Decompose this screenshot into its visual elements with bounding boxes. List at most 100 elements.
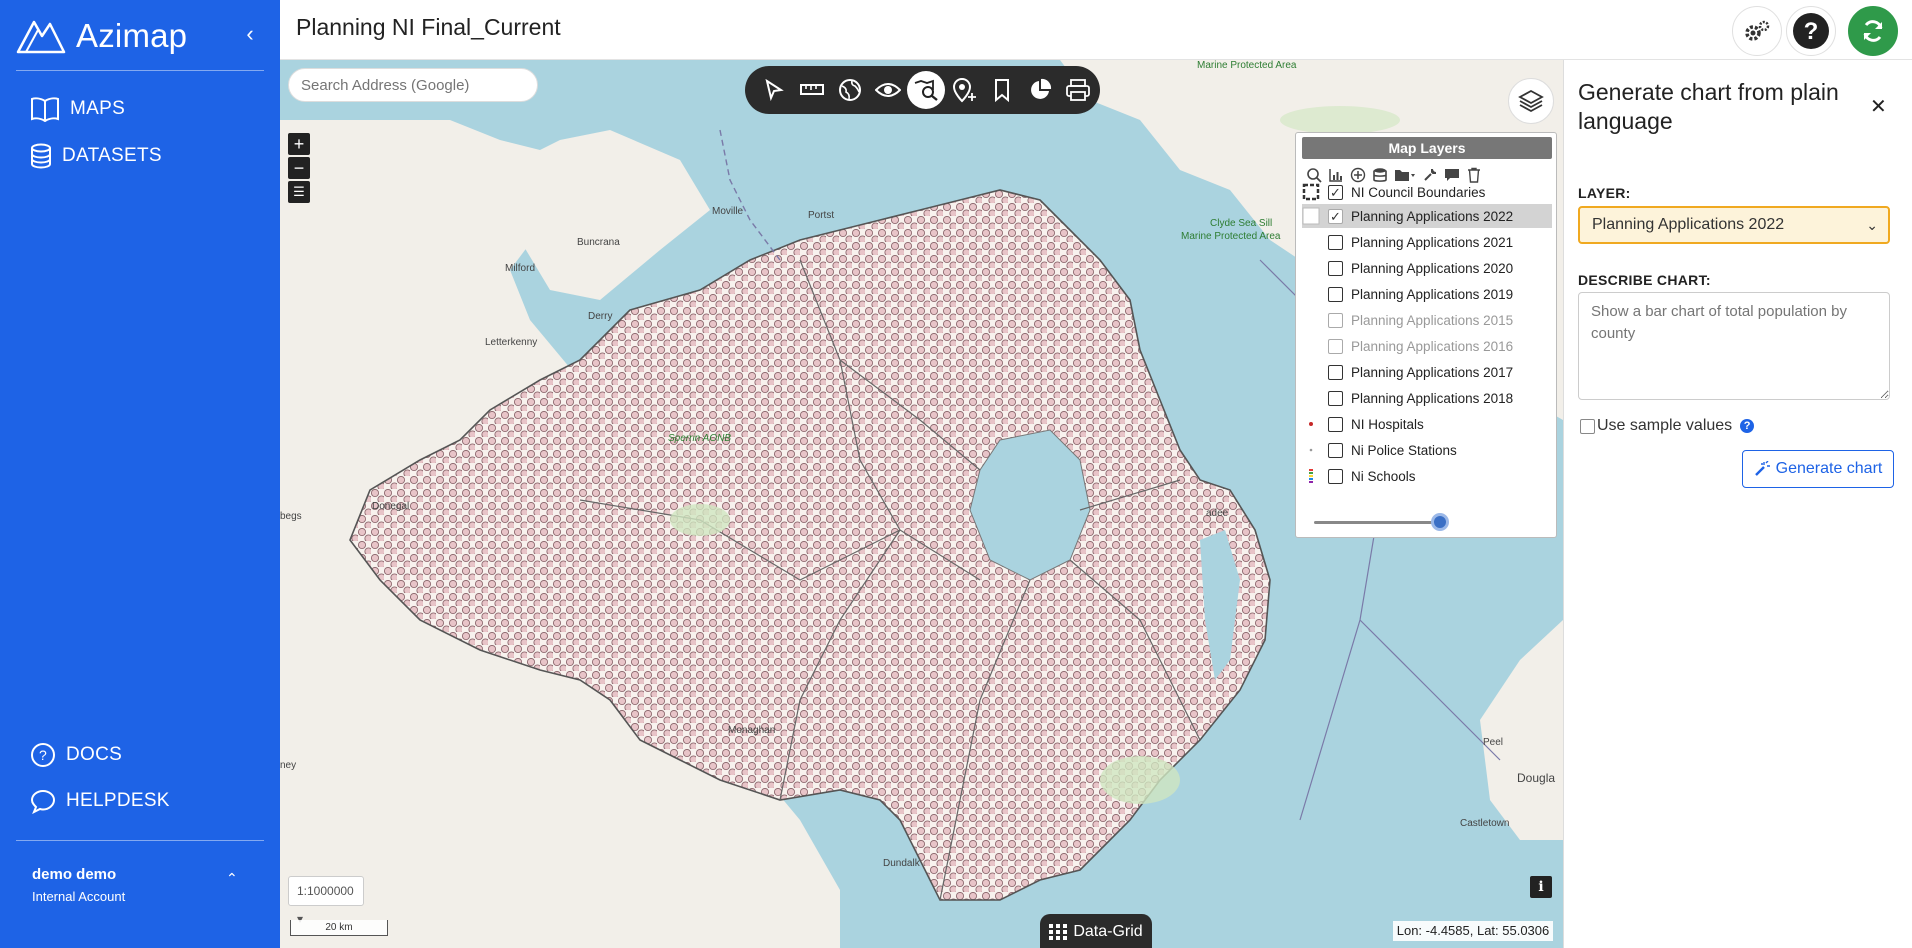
address-search-input[interactable] (288, 68, 538, 102)
map-canvas[interactable]: Marine Protected Area Clyde Sea Sill Mar… (280, 60, 1563, 948)
legend-spacer (1302, 259, 1320, 277)
layer-checkbox[interactable] (1328, 416, 1343, 432)
layer-row[interactable]: Planning Applications 2022 (1302, 204, 1552, 228)
layer-row[interactable]: Planning Applications 2017 (1302, 360, 1552, 384)
layer-row[interactable]: Planning Applications 2018 (1302, 386, 1552, 410)
location-tool-icon[interactable] (945, 71, 983, 109)
layer-row[interactable]: Planning Applications 2015 (1302, 308, 1552, 332)
database-icon (31, 143, 51, 169)
print-tool-icon[interactable] (1059, 71, 1097, 109)
chat-icon (30, 789, 56, 814)
nav-item-maps[interactable]: MAPS (30, 96, 125, 122)
scale-select[interactable]: 1:1000000 ▾ (288, 876, 364, 926)
globe-tool-icon[interactable] (831, 71, 869, 109)
layer-row[interactable]: Ni Schools (1302, 464, 1552, 488)
select-tool-icon[interactable] (755, 71, 793, 109)
layer-row[interactable]: NI Council Boundaries (1302, 180, 1552, 204)
map-label: Buncrana (577, 237, 620, 248)
schools-legend-icon (1302, 467, 1320, 485)
svg-text:?: ? (39, 747, 47, 763)
help-icon: ? (1793, 13, 1829, 49)
sample-values-label: Use sample values (1597, 417, 1733, 434)
opacity-slider-thumb[interactable] (1431, 513, 1449, 531)
legend-spacer (1302, 311, 1320, 329)
generate-chart-button[interactable]: Generate chart (1742, 450, 1894, 488)
book-open-icon (31, 97, 59, 122)
map-label: Dundalk (883, 858, 920, 869)
close-icon[interactable]: ✕ (1870, 94, 1887, 119)
chevron-up-icon[interactable]: ⌃ (226, 870, 238, 887)
layer-checkbox[interactable] (1328, 234, 1343, 250)
data-grid-button[interactable]: Data-Grid (1040, 914, 1152, 948)
layer-row[interactable]: Ni Police Stations (1302, 438, 1552, 462)
view-tool-icon[interactable] (869, 71, 907, 109)
map-label: adee (1206, 508, 1229, 519)
zoom-in-button[interactable]: + (288, 133, 310, 155)
bookmark-tool-icon[interactable] (983, 71, 1021, 109)
nav-item-datasets[interactable]: DATASETS (30, 143, 162, 169)
help-icon[interactable]: ? (1740, 419, 1755, 433)
nav-item-helpdesk[interactable]: HELPDESK (30, 788, 170, 814)
layer-row[interactable]: Planning Applications 2019 (1302, 282, 1552, 306)
settings-button[interactable] (1732, 6, 1782, 56)
zoom-out-button[interactable]: − (288, 157, 310, 179)
help-button[interactable]: ? (1786, 6, 1836, 56)
map-label: ney (280, 760, 297, 771)
map-label: Derry (588, 311, 613, 322)
layer-checkbox[interactable] (1328, 442, 1343, 458)
layer-checkbox[interactable] (1328, 260, 1343, 276)
layer-row[interactable]: NI Hospitals (1302, 412, 1552, 436)
nav-item-label: HELPDESK (66, 790, 170, 811)
layer-checkbox[interactable] (1328, 338, 1343, 354)
layer-checkbox[interactable] (1328, 468, 1343, 484)
list-icon[interactable]: ☰ (288, 181, 310, 203)
hospital-legend-icon (1302, 415, 1320, 433)
layer-select-value: Planning Applications 2022 (1592, 216, 1785, 233)
layer-checkbox[interactable] (1328, 208, 1343, 224)
map-label: Monaghan (728, 725, 776, 736)
layer-row[interactable]: Planning Applications 2021 (1302, 230, 1552, 254)
layers-toggle-button[interactable] (1508, 78, 1554, 124)
opacity-slider-track[interactable] (1314, 521, 1440, 524)
layer-checkbox[interactable] (1328, 312, 1343, 328)
user-info[interactable]: demo demo Internal Account (32, 866, 125, 904)
question-circle-icon: ? (31, 743, 55, 767)
refresh-button[interactable] (1848, 6, 1898, 56)
map-label: Portst (808, 210, 835, 221)
sample-values-checkbox[interactable] (1580, 418, 1595, 434)
map-label: Clyde Sea Sill (1210, 218, 1273, 229)
pie-chart-tool-icon[interactable] (1021, 71, 1059, 109)
refresh-icon (1863, 20, 1883, 42)
layer-checkbox[interactable] (1328, 390, 1343, 406)
layer-checkbox[interactable] (1328, 184, 1343, 200)
cursor-coordinates: Lon: -4.4585, Lat: 55.0306 (1393, 921, 1553, 941)
measure-tool-icon[interactable] (793, 71, 831, 109)
legend-spacer (1302, 389, 1320, 407)
nav-item-docs[interactable]: ? DOCS (30, 742, 122, 768)
describe-chart-input[interactable] (1578, 292, 1890, 400)
layer-row[interactable]: Planning Applications 2020 (1302, 256, 1552, 280)
layer-name: Planning Applications 2016 (1351, 338, 1514, 354)
map-label: Letterkenny (485, 337, 538, 348)
nav-item-label: MAPS (70, 98, 126, 119)
azimap-logo-icon (16, 20, 66, 54)
layer-row[interactable]: Planning Applications 2016 (1302, 334, 1552, 358)
nav-item-label: DOCS (66, 744, 123, 765)
user-name: demo demo (32, 866, 117, 883)
layer-checkbox[interactable] (1328, 364, 1343, 380)
grid-icon (1049, 924, 1068, 940)
info-icon[interactable]: i (1530, 876, 1552, 898)
layer-name: Planning Applications 2018 (1351, 390, 1514, 406)
layer-checkbox[interactable] (1328, 286, 1343, 302)
layer-select[interactable]: Planning Applications 2022 ⌄ (1578, 206, 1890, 244)
brand-name: Azimap (76, 17, 188, 54)
layer-name: Planning Applications 2017 (1351, 364, 1514, 380)
search-map-tool-icon[interactable] (907, 71, 945, 109)
map-layers-panel: Map Layers NI Council Boundaries Plannin… (1295, 132, 1557, 538)
chart-generator-panel: Generate chart from plain language ✕ LAY… (1563, 60, 1912, 948)
chevron-left-icon[interactable]: ‹ (240, 20, 260, 48)
map-label: Castletown (1460, 818, 1510, 829)
brand[interactable]: Azimap (16, 14, 187, 58)
divider (16, 70, 264, 71)
settings-icon (1745, 20, 1770, 41)
